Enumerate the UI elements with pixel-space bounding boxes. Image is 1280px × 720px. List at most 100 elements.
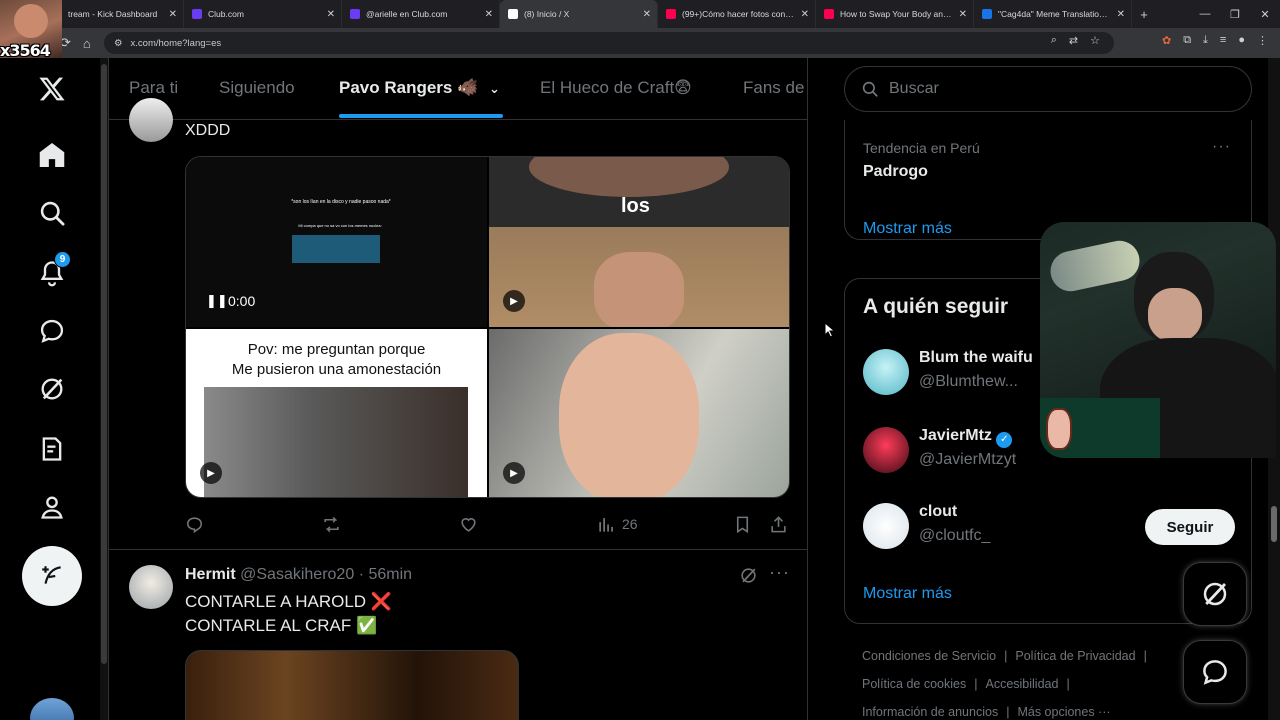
footer-link[interactable]: Información de anuncios [862,705,998,719]
messages-icon[interactable] [37,316,67,346]
play-icon[interactable]: ▶ [503,290,525,312]
views-count: 26 [622,516,638,532]
minimize-icon[interactable]: — [1190,8,1220,20]
media-video-2[interactable]: los ▶ [489,157,789,327]
repost-button[interactable] [322,513,341,535]
close-tab-icon[interactable]: ✕ [169,9,177,20]
bookmark-star-icon[interactable]: ☆ [1090,34,1100,47]
site-settings-icon[interactable]: ⚙ [114,38,123,49]
close-window-icon[interactable]: ✕ [1250,8,1280,21]
play-icon[interactable]: ▶ [503,462,525,484]
chevron-down-icon[interactable]: ⌄ [489,81,500,96]
post-time[interactable]: · 56min [359,566,412,583]
new-tab-icon[interactable]: + [1132,7,1156,22]
post-avatar[interactable] [129,98,173,142]
lists-icon[interactable] [37,434,67,464]
follow-avatar[interactable] [863,503,909,549]
footer-link[interactable]: Condiciones de Servicio [862,649,996,663]
footer-link[interactable]: Política de cookies [862,677,966,691]
pause-icon[interactable]: ❚❚ [206,293,228,309]
browser-tab-kick[interactable]: tream - Kick Dashboard ✕ [44,0,184,28]
post-media[interactable] [185,650,519,720]
browser-tab-club[interactable]: Club.com ✕ [184,0,342,28]
close-tab-icon[interactable]: ✕ [327,9,335,20]
menu-icon[interactable]: ⋮ [1257,34,1268,47]
x-logo-icon[interactable] [37,74,67,104]
browser-tab-bar: tream - Kick Dashboard ✕ Club.com ✕ @ariel… [0,0,1280,28]
browser-address-bar: ⟳ ⌂ ⚙ x.com/home?lang=es ⌕ ⇄ ☆ ✿ ⧉ ⤓ ≡ ●… [0,28,1280,58]
profile-icon[interactable] [37,492,67,522]
profile-icon[interactable]: ● [1238,34,1245,47]
url-field[interactable]: ⚙ x.com/home?lang=es [104,32,1114,54]
follow-avatar[interactable] [863,427,909,473]
footer-link[interactable]: Más opciones ··· [1017,705,1110,719]
tab-fans-de[interactable]: Fans de [743,78,804,98]
media-video-3[interactable]: Pov: me preguntan porque Me pusieron una… [186,329,487,497]
follow-name[interactable]: clout [919,503,957,521]
share-button[interactable] [769,513,788,535]
follow-suggestion[interactable]: clout @cloutfc_ Seguir [863,501,1235,551]
hermit-avatar[interactable] [129,565,173,609]
download-icon[interactable]: ⤓ [1203,34,1208,47]
close-tab-icon[interactable]: ✕ [801,9,809,20]
grok-fab-button[interactable] [1183,562,1247,626]
tab-hueco-craft[interactable]: El Hueco de Craft😨 [540,78,692,98]
extension-icon[interactable]: ✿ [1162,34,1171,47]
search-input[interactable]: Buscar [844,66,1252,112]
video-subcaption: Mi compa que no sa vo con los memes nucl… [298,223,382,228]
bookmark-button[interactable] [733,513,752,535]
views-chart-icon [599,517,613,532]
show-more-trends-link[interactable]: Mostrar más [863,220,952,238]
tab-para-ti[interactable]: Para ti [129,78,178,98]
media-icon[interactable]: ≡ [1220,34,1226,47]
grok-icon[interactable] [739,566,758,590]
browser-tab-tiktok-2[interactable]: How to Swap Your Body and Fa ✕ [816,0,974,28]
feather-plus-icon [42,566,61,584]
compose-post-button[interactable] [22,546,82,606]
follow-name-row[interactable]: JavierMtz ✓ [919,427,1013,448]
search-icon [862,81,878,97]
close-tab-icon[interactable]: ✕ [1117,9,1125,20]
footer-link[interactable]: Política de Privacidad [1015,649,1135,663]
tab-siguiendo[interactable]: Siguiendo [219,78,295,98]
left-scrollbar[interactable] [100,58,108,720]
follow-name[interactable]: Blum the waifu [919,349,1033,367]
grok-icon[interactable] [37,374,67,404]
puzzle-icon[interactable]: ⧉ [1183,34,1191,47]
right-scroll-thumb[interactable] [1271,506,1277,542]
post-media-grid[interactable]: *son los lían en la disco y nadie pasoo … [185,156,790,498]
account-avatar[interactable] [30,698,74,720]
reply-button[interactable] [185,513,204,535]
author-handle[interactable]: @Sasakihero20 [240,566,354,583]
translate-icon[interactable]: ⇄ [1069,34,1078,47]
browser-tab-arielle[interactable]: @arielle en Club.com ✕ [342,0,500,28]
messages-fab-button[interactable] [1183,640,1247,704]
close-tab-icon[interactable]: ✕ [485,9,493,20]
browser-tab-meme[interactable]: "Cag4da" Meme Translation To ✕ [974,0,1132,28]
author-name[interactable]: Hermit [185,566,236,583]
restore-icon[interactable]: ❐ [1220,8,1250,21]
tab-pavo-rangers[interactable]: Pavo Rangers 🐗 ⌄ [339,78,500,98]
media-video-4[interactable]: ▶ [489,329,789,497]
browser-tab-tiktok-1[interactable]: (99+)Cómo hacer fotos con tu ✕ [658,0,816,28]
footer-link[interactable]: Accesibilidad [985,677,1058,691]
zoom-icon[interactable]: ⌕ [1051,34,1057,47]
close-tab-icon[interactable]: ✕ [643,9,651,20]
trend-more-icon[interactable]: ··· [1212,138,1231,156]
explore-search-icon[interactable] [37,198,67,228]
play-icon[interactable]: ▶ [200,462,222,484]
home-icon[interactable] [37,140,67,170]
media-video-1[interactable]: *son los lían en la disco y nadie pasoo … [186,157,487,327]
home-icon[interactable]: ⌂ [83,36,91,51]
close-tab-icon[interactable]: ✕ [959,9,967,20]
like-button[interactable] [459,513,478,535]
views-button[interactable]: 26 [597,513,638,535]
left-scroll-thumb[interactable] [101,64,107,664]
verified-badge-icon: ✓ [996,432,1013,448]
post-more-icon[interactable]: ··· [769,562,790,583]
show-more-follow-link[interactable]: Mostrar más [863,585,952,603]
browser-tab-x[interactable]: (8) Inicio / X ✕ [500,0,658,28]
follow-button[interactable]: Seguir [1145,509,1235,545]
follow-avatar[interactable] [863,349,909,395]
trend-name[interactable]: Padrogo [863,163,928,181]
